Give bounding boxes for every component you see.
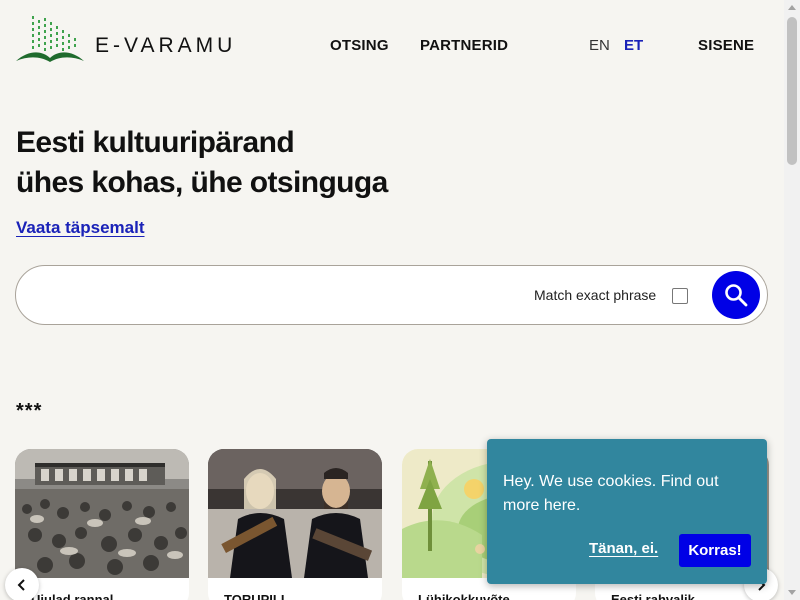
featured-card[interactable]: TORUPILL… — [208, 449, 382, 600]
card-title: TORUPILL… — [224, 592, 302, 600]
logo-book-icon — [16, 16, 84, 62]
site-header: E-VARAMU OTSING PARTNERID EN ET SISENE — [0, 0, 784, 90]
nav-partners[interactable]: PARTNERID — [420, 37, 508, 54]
section-title: *** — [16, 400, 43, 422]
page-scrollbar[interactable] — [784, 0, 800, 600]
search-input[interactable] — [40, 280, 520, 310]
musicians-photo — [208, 449, 382, 578]
card-title: Ujulad rannal… — [31, 592, 127, 600]
lang-et[interactable]: ET — [624, 37, 643, 54]
nav-search[interactable]: OTSING — [330, 37, 389, 54]
cookie-deny-link[interactable]: Tänan, ei. — [589, 540, 658, 557]
scroll-up-arrow[interactable] — [788, 5, 796, 10]
search-bar: Match exact phrase — [15, 265, 768, 325]
cookie-banner: Hey. We use cookies. Find out more here.… — [487, 439, 767, 584]
read-more-link[interactable]: Vaata täpsemalt — [16, 218, 145, 238]
scroll-thumb[interactable] — [787, 17, 797, 165]
logo[interactable] — [14, 14, 86, 66]
featured-card[interactable]: Ujulad rannal… — [15, 449, 189, 600]
page-title: Eesti kultuuripärand ühes kohas, ühe ots… — [16, 123, 388, 203]
card-title: Eesti rahvalik… — [611, 592, 708, 600]
logo-text: E-VARAMU — [95, 34, 237, 57]
beach-crowd-photo — [15, 449, 189, 578]
cookie-message: Hey. We use cookies. Find out more here. — [503, 473, 719, 514]
exact-phrase-label: Match exact phrase — [534, 287, 657, 303]
title-line-1: Eesti kultuuripärand — [16, 126, 295, 159]
login-link[interactable]: SISENE — [698, 37, 754, 54]
cookie-accept-button[interactable]: Korras! — [679, 534, 751, 567]
search-icon — [725, 284, 748, 307]
carousel-prev-button[interactable] — [5, 568, 39, 600]
chevron-left-icon — [17, 579, 25, 591]
scroll-down-arrow[interactable] — [788, 590, 796, 595]
title-line-2: ühes kohas, ühe otsinguga — [16, 166, 388, 199]
lang-en[interactable]: EN — [589, 37, 610, 54]
card-title: Lühikokkuvõte… — [418, 592, 523, 600]
search-button[interactable] — [712, 271, 760, 319]
exact-phrase-checkbox[interactable] — [672, 288, 688, 304]
